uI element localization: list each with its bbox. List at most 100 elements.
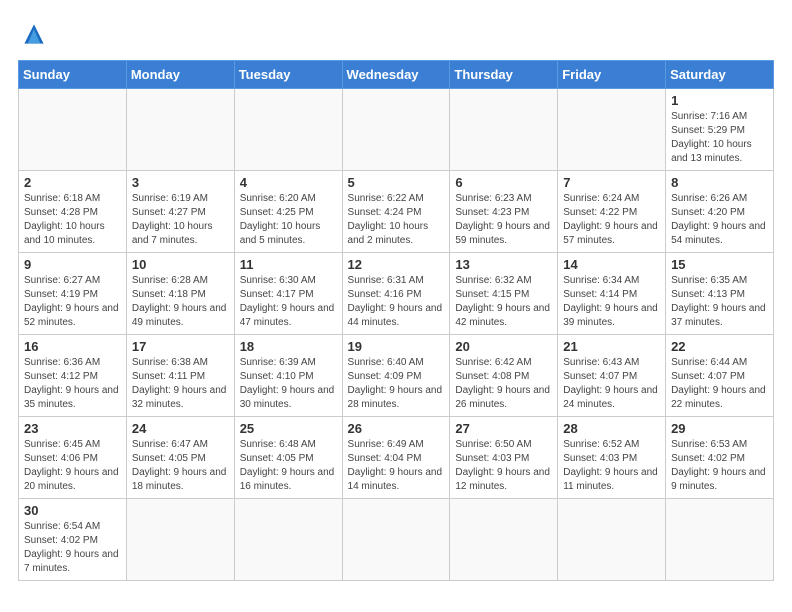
day-cell: 7Sunrise: 6:24 AM Sunset: 4:22 PM Daylig… xyxy=(558,171,666,253)
weekday-header-thursday: Thursday xyxy=(450,61,558,89)
day-number: 15 xyxy=(671,257,768,272)
day-number: 19 xyxy=(348,339,445,354)
day-cell: 2Sunrise: 6:18 AM Sunset: 4:28 PM Daylig… xyxy=(19,171,127,253)
day-number: 9 xyxy=(24,257,121,272)
weekday-header-monday: Monday xyxy=(126,61,234,89)
day-number: 21 xyxy=(563,339,660,354)
logo xyxy=(18,18,54,50)
day-cell: 28 Sunrise: 6:52 AM Sunset: 4:03 PM Dayli… xyxy=(558,417,666,499)
day-info: Sunrise: 6:32 AM Sunset: 4:15 PM Dayligh… xyxy=(455,274,552,330)
weekday-header-tuesday: Tuesday xyxy=(234,61,342,89)
day-cell: 9 Sunrise: 6:27 AM Sunset: 4:19 PM Daylig… xyxy=(19,253,127,335)
day-number: 10 xyxy=(132,257,229,272)
day-cell: 21 Sunrise: 6:43 AM Sunset: 4:07 PM Dayli… xyxy=(558,335,666,417)
day-info: Sunrise: 6:43 AM Sunset: 4:07 PM Dayligh… xyxy=(563,356,660,412)
day-info: Sunrise: 6:34 AM Sunset: 4:14 PM Dayligh… xyxy=(563,274,660,330)
day-cell: 13Sunrise: 6:32 AM Sunset: 4:15 PM Dayli… xyxy=(450,253,558,335)
day-number: 17 xyxy=(132,339,229,354)
day-number: 24 xyxy=(132,421,229,436)
day-cell: 6 Sunrise: 6:23 AM Sunset: 4:23 PM Daylig… xyxy=(450,171,558,253)
day-number: 28 xyxy=(563,421,660,436)
day-number: 25 xyxy=(240,421,337,436)
day-cell xyxy=(234,89,342,171)
day-number: 5 xyxy=(348,175,445,190)
day-cell xyxy=(558,89,666,171)
header xyxy=(18,18,774,50)
day-number: 4 xyxy=(240,175,337,190)
day-number: 8 xyxy=(671,175,768,190)
day-cell xyxy=(342,499,450,581)
day-cell xyxy=(19,89,127,171)
day-cell: 19 Sunrise: 6:40 AM Sunset: 4:09 PM Dayli… xyxy=(342,335,450,417)
day-info: Sunrise: 6:40 AM Sunset: 4:09 PM Dayligh… xyxy=(348,356,445,412)
day-info: Sunrise: 6:39 AM Sunset: 4:10 PM Dayligh… xyxy=(240,356,337,412)
day-cell xyxy=(234,499,342,581)
week-row-2: 2Sunrise: 6:18 AM Sunset: 4:28 PM Daylig… xyxy=(19,171,774,253)
day-cell: 24 Sunrise: 6:47 AM Sunset: 4:05 PM Dayli… xyxy=(126,417,234,499)
day-cell: 4 Sunrise: 6:20 AM Sunset: 4:25 PM Daylig… xyxy=(234,171,342,253)
day-cell: 30 Sunrise: 6:54 AM Sunset: 4:02 PM Dayli… xyxy=(19,499,127,581)
day-info: Sunrise: 6:47 AM Sunset: 4:05 PM Dayligh… xyxy=(132,438,229,494)
day-info: Sunrise: 6:20 AM Sunset: 4:25 PM Dayligh… xyxy=(240,192,337,248)
weekday-header-sunday: Sunday xyxy=(19,61,127,89)
logo-icon xyxy=(18,18,50,50)
day-info: Sunrise: 6:49 AM Sunset: 4:04 PM Dayligh… xyxy=(348,438,445,494)
day-number: 30 xyxy=(24,503,121,518)
day-info: Sunrise: 6:23 AM Sunset: 4:23 PM Dayligh… xyxy=(455,192,552,248)
page: SundayMondayTuesdayWednesdayThursdayFrid… xyxy=(0,0,792,591)
day-info: Sunrise: 6:26 AM Sunset: 4:20 PM Dayligh… xyxy=(671,192,768,248)
day-info: Sunrise: 6:27 AM Sunset: 4:19 PM Dayligh… xyxy=(24,274,121,330)
day-cell: 15 Sunrise: 6:35 AM Sunset: 4:13 PM Dayli… xyxy=(666,253,774,335)
day-info: Sunrise: 6:36 AM Sunset: 4:12 PM Dayligh… xyxy=(24,356,121,412)
day-info: Sunrise: 6:50 AM Sunset: 4:03 PM Dayligh… xyxy=(455,438,552,494)
day-info: Sunrise: 6:52 AM Sunset: 4:03 PM Dayligh… xyxy=(563,438,660,494)
day-info: Sunrise: 6:48 AM Sunset: 4:05 PM Dayligh… xyxy=(240,438,337,494)
day-info: Sunrise: 6:35 AM Sunset: 4:13 PM Dayligh… xyxy=(671,274,768,330)
day-number: 27 xyxy=(455,421,552,436)
day-cell xyxy=(342,89,450,171)
day-info: Sunrise: 6:44 AM Sunset: 4:07 PM Dayligh… xyxy=(671,356,768,412)
day-number: 22 xyxy=(671,339,768,354)
week-row-4: 16 Sunrise: 6:36 AM Sunset: 4:12 PM Dayli… xyxy=(19,335,774,417)
day-info: Sunrise: 6:19 AM Sunset: 4:27 PM Dayligh… xyxy=(132,192,229,248)
day-cell: 11Sunrise: 6:30 AM Sunset: 4:17 PM Dayli… xyxy=(234,253,342,335)
day-cell: 18Sunrise: 6:39 AM Sunset: 4:10 PM Dayli… xyxy=(234,335,342,417)
day-info: Sunrise: 7:16 AM Sunset: 5:29 PM Dayligh… xyxy=(671,110,768,166)
weekday-header-saturday: Saturday xyxy=(666,61,774,89)
day-cell: 22 Sunrise: 6:44 AM Sunset: 4:07 PM Dayli… xyxy=(666,335,774,417)
day-cell xyxy=(126,499,234,581)
day-cell: 14 Sunrise: 6:34 AM Sunset: 4:14 PM Dayli… xyxy=(558,253,666,335)
day-number: 7 xyxy=(563,175,660,190)
day-number: 14 xyxy=(563,257,660,272)
day-cell: 16 Sunrise: 6:36 AM Sunset: 4:12 PM Dayli… xyxy=(19,335,127,417)
week-row-5: 23 Sunrise: 6:45 AM Sunset: 4:06 PM Dayli… xyxy=(19,417,774,499)
day-number: 16 xyxy=(24,339,121,354)
day-cell xyxy=(558,499,666,581)
day-cell: 20Sunrise: 6:42 AM Sunset: 4:08 PM Dayli… xyxy=(450,335,558,417)
day-info: Sunrise: 6:22 AM Sunset: 4:24 PM Dayligh… xyxy=(348,192,445,248)
day-info: Sunrise: 6:45 AM Sunset: 4:06 PM Dayligh… xyxy=(24,438,121,494)
day-number: 26 xyxy=(348,421,445,436)
week-row-3: 9 Sunrise: 6:27 AM Sunset: 4:19 PM Daylig… xyxy=(19,253,774,335)
day-number: 6 xyxy=(455,175,552,190)
day-info: Sunrise: 6:18 AM Sunset: 4:28 PM Dayligh… xyxy=(24,192,121,248)
day-cell: 23 Sunrise: 6:45 AM Sunset: 4:06 PM Dayli… xyxy=(19,417,127,499)
day-info: Sunrise: 6:53 AM Sunset: 4:02 PM Dayligh… xyxy=(671,438,768,494)
day-cell: 3 Sunrise: 6:19 AM Sunset: 4:27 PM Daylig… xyxy=(126,171,234,253)
day-cell: 26 Sunrise: 6:49 AM Sunset: 4:04 PM Dayli… xyxy=(342,417,450,499)
day-info: Sunrise: 6:30 AM Sunset: 4:17 PM Dayligh… xyxy=(240,274,337,330)
day-info: Sunrise: 6:31 AM Sunset: 4:16 PM Dayligh… xyxy=(348,274,445,330)
day-number: 23 xyxy=(24,421,121,436)
day-number: 12 xyxy=(348,257,445,272)
day-info: Sunrise: 6:54 AM Sunset: 4:02 PM Dayligh… xyxy=(24,520,121,576)
day-cell: 27 Sunrise: 6:50 AM Sunset: 4:03 PM Dayli… xyxy=(450,417,558,499)
weekday-header-row: SundayMondayTuesdayWednesdayThursdayFrid… xyxy=(19,61,774,89)
day-number: 1 xyxy=(671,93,768,108)
day-cell: 10Sunrise: 6:28 AM Sunset: 4:18 PM Dayli… xyxy=(126,253,234,335)
calendar: SundayMondayTuesdayWednesdayThursdayFrid… xyxy=(18,60,774,581)
day-cell: 12 Sunrise: 6:31 AM Sunset: 4:16 PM Dayli… xyxy=(342,253,450,335)
week-row-6: 30 Sunrise: 6:54 AM Sunset: 4:02 PM Dayli… xyxy=(19,499,774,581)
day-cell: 25 Sunrise: 6:48 AM Sunset: 4:05 PM Dayli… xyxy=(234,417,342,499)
day-number: 20 xyxy=(455,339,552,354)
day-number: 3 xyxy=(132,175,229,190)
